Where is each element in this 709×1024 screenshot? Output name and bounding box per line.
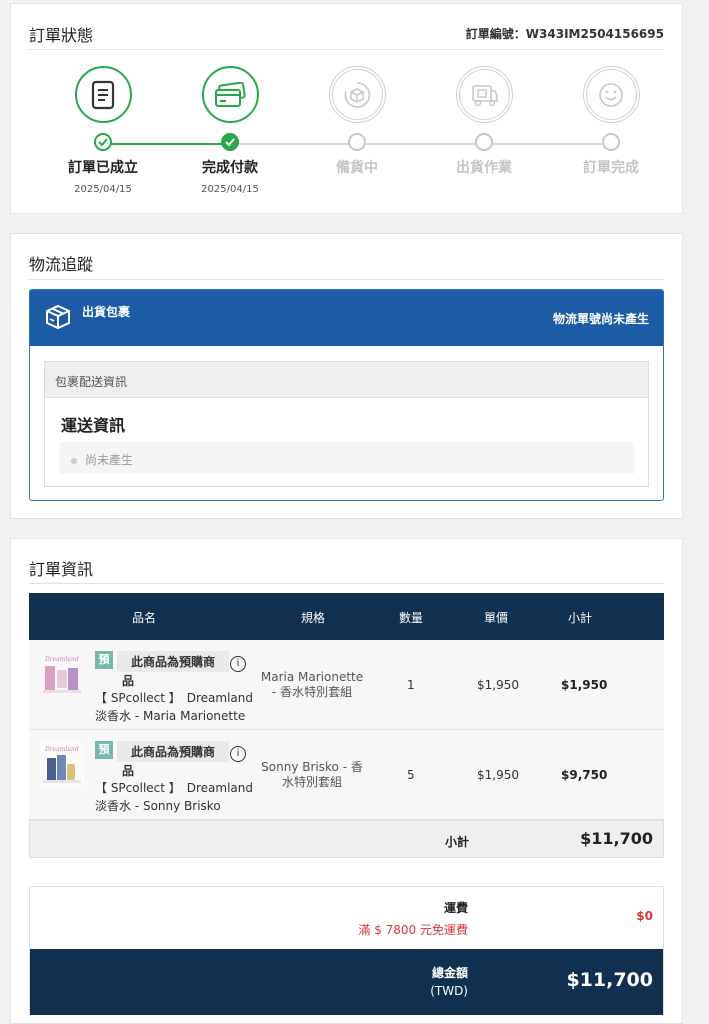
preorder-note-cont: 品: [122, 674, 135, 688]
product-name-part: Dreamland: [186, 691, 253, 705]
product-name-part: 淡香水 - Maria Marionette: [95, 709, 246, 723]
product-subtotal: $1,950: [561, 678, 608, 692]
step-label: 完成付款: [202, 160, 258, 176]
product-price: $1,950: [477, 768, 519, 782]
pending-dot: [475, 133, 493, 151]
grand-total-row: 總金額 (TWD) $11,700: [30, 949, 663, 1015]
preorder-note: 此商品為預購商: [117, 651, 229, 672]
product-thumbnail[interactable]: Dreamland: [39, 652, 85, 698]
order-totals: 運費 滿 $ 7800 元免運費 $0 總金額 (TWD) $11,700: [29, 886, 664, 1015]
step-payment-complete: 完成付款 2025/04/15: [175, 66, 285, 195]
shipping-fee-label: 運費: [443, 901, 468, 915]
subtotal-value: $11,700: [580, 829, 653, 848]
product-spec: Sonny Brisko - 香水特別套組: [261, 760, 363, 789]
free-shipping-note: 滿 $ 7800 元免運費: [358, 923, 468, 937]
product-price: $1,950: [477, 678, 519, 692]
preorder-badge: 預: [95, 741, 113, 759]
preorder-badge: 預: [95, 651, 113, 669]
product-name-part: Dreamland: [186, 781, 253, 795]
pending-dot: [348, 133, 366, 151]
step-date: 2025/04/15: [74, 184, 132, 195]
package-icon: [44, 303, 72, 335]
progress-line-pending: [230, 143, 610, 145]
step-label: 出貨作業: [456, 160, 512, 176]
bullet-icon: [71, 457, 77, 464]
step-complete: 訂單完成: [556, 66, 666, 177]
shipping-status-row: 尚未產生: [59, 442, 634, 474]
col-name: 品名: [132, 611, 157, 625]
product-qty: 5: [407, 768, 415, 782]
product-name-part: 【 SPcollect 】: [95, 781, 181, 795]
step-preparing: 備貨中: [302, 66, 412, 177]
table-row: Dreamland 預 此商品為預購商 i 品 【 SPcollect 】 Dre…: [29, 640, 664, 730]
shipping-status: 尚未產生: [85, 453, 134, 467]
package-info: 包裹配送資訊 運送資訊 尚未產生: [44, 361, 649, 487]
shipping-fee-row: 運費 滿 $ 7800 元免運費 $0: [30, 887, 663, 949]
order-status-title: 訂單狀態: [29, 26, 94, 45]
col-spec: 規格: [301, 611, 326, 625]
product-name-part: 【 SPcollect 】: [95, 691, 181, 705]
box-refresh-icon: [328, 66, 386, 123]
col-price: 單價: [484, 611, 509, 625]
document-icon: [74, 66, 132, 123]
package-info-header: 包裹配送資訊: [45, 362, 648, 398]
product-qty: 1: [407, 678, 415, 692]
divider: [29, 279, 664, 280]
grand-total-value: $11,700: [566, 969, 653, 991]
divider: [29, 49, 664, 50]
delivery-truck-icon: [455, 66, 513, 123]
product-subtotal: $9,750: [561, 768, 608, 782]
info-icon[interactable]: i: [230, 746, 246, 762]
order-status-card: 訂單狀態 訂單編號：W343IM2504156695 訂單已成立 2025/04…: [10, 3, 683, 214]
table-row: Dreamland 預 此商品為預購商 i 品 【 SPcollect 】 Dre…: [29, 730, 664, 820]
svg-text:Dreamland: Dreamland: [44, 746, 79, 753]
step-label: 備貨中: [336, 160, 378, 176]
subtotal-label: 小計: [445, 835, 470, 849]
step-order-created: 訂單已成立 2025/04/15: [48, 66, 158, 195]
col-subtotal: 小計: [568, 611, 593, 625]
shipping-info-title: 運送資訊: [61, 416, 126, 435]
currency-label: (TWD): [430, 984, 468, 998]
product-spec: Maria Marionette - 香水特別套組: [260, 670, 364, 699]
smile-icon: [582, 66, 640, 123]
credit-card-icon: [201, 66, 259, 123]
product-name[interactable]: 【 SPcollect 】 Dreamland 淡香水 - Maria Mario…: [95, 689, 253, 725]
order-number: 訂單編號：W343IM2504156695: [465, 27, 664, 41]
tracking-status: 物流單號尚未產生: [552, 312, 649, 326]
step-shipping: 出貨作業: [429, 66, 539, 177]
logistics-title: 物流追蹤: [29, 255, 94, 274]
table-header: 品名 規格 數量 單價 小計: [29, 593, 664, 640]
shipment-label: 出貨包裹: [82, 305, 131, 319]
step-label: 訂單完成: [583, 160, 639, 176]
svg-text:Dreamland: Dreamland: [44, 656, 79, 663]
product-name[interactable]: 【 SPcollect 】 Dreamland 淡香水 - Sonny Brisk…: [95, 779, 253, 815]
subtotal-row: 小計 $11,700: [29, 820, 664, 858]
check-icon: [94, 133, 112, 151]
divider: [29, 583, 664, 584]
info-icon[interactable]: i: [230, 656, 246, 672]
order-info-card: 訂單資訊 品名 規格 數量 單價 小計 Dreamland 預 此商品為預購商 …: [10, 538, 683, 1024]
order-info-title: 訂單資訊: [29, 560, 94, 579]
pending-dot: [602, 133, 620, 151]
col-qty: 數量: [399, 611, 424, 625]
shipping-fee-value: $0: [636, 909, 653, 923]
logistics-card: 物流追蹤 出貨包裹 物流單號尚未產生 包裹配送資訊 運送資訊 尚未產生: [10, 233, 683, 519]
preorder-note: 此商品為預購商: [117, 741, 229, 762]
preorder-note-cont: 品: [122, 764, 135, 778]
step-date: 2025/04/15: [201, 184, 259, 195]
order-items-table: 品名 規格 數量 單價 小計 Dreamland 預 此商品為預購商 i 品 【…: [29, 593, 664, 858]
shipment-header: 出貨包裹 物流單號尚未產生: [30, 290, 663, 346]
shipment-box: 出貨包裹 物流單號尚未產生 包裹配送資訊 運送資訊 尚未產生: [29, 289, 664, 501]
step-label: 訂單已成立: [68, 160, 138, 176]
check-icon: [221, 133, 239, 151]
grand-total-label: 總金額: [431, 966, 468, 980]
product-name-part: 淡香水 - Sonny Brisko: [95, 799, 221, 813]
product-thumbnail[interactable]: Dreamland: [39, 742, 85, 788]
